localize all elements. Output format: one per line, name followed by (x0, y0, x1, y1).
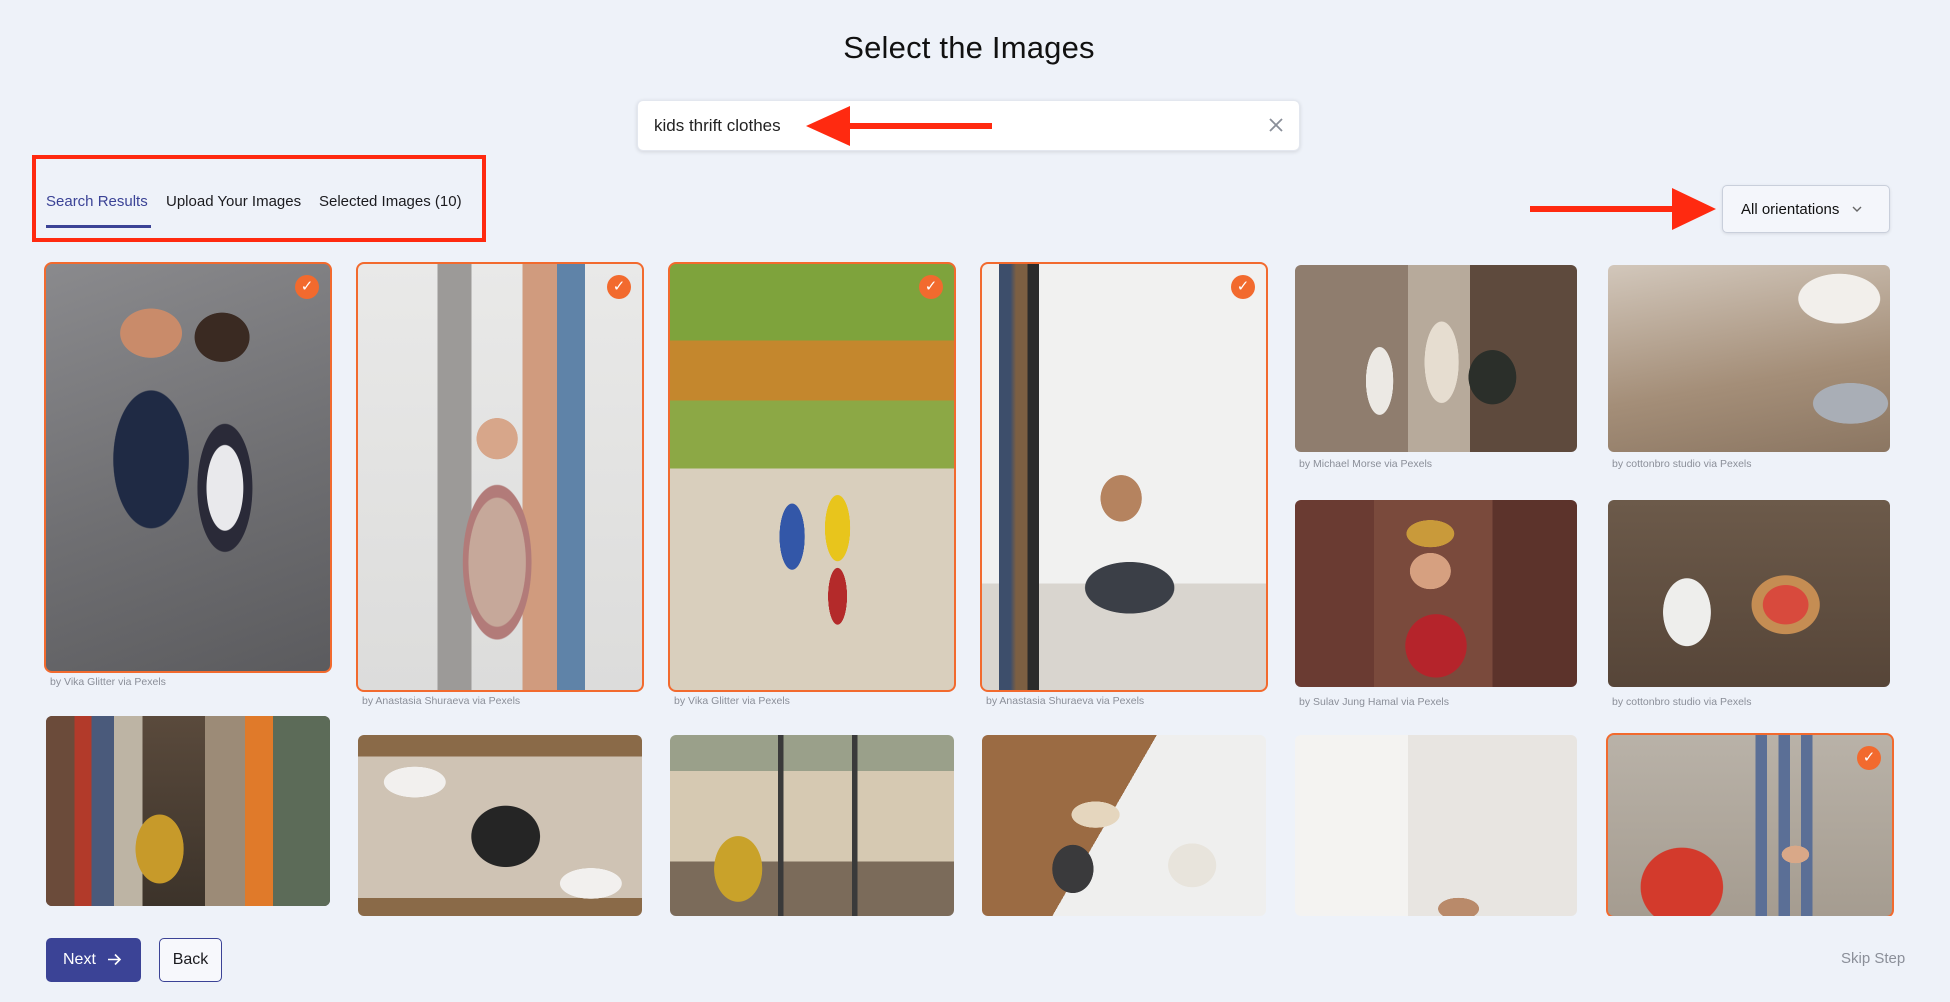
back-button[interactable]: Back (159, 938, 222, 982)
image-card[interactable] (1295, 265, 1577, 452)
image-card[interactable] (1608, 265, 1890, 452)
selected-check-icon: ✓ (295, 275, 319, 299)
next-button[interactable]: Next (46, 938, 141, 982)
image-credit: by Anastasia Shuraeva via Pexels (986, 695, 1145, 707)
image-thrift-shop-interior (670, 735, 954, 916)
image-card[interactable]: ✓ (668, 262, 956, 692)
image-kids-packing-luggage (982, 735, 1266, 916)
selected-check-icon: ✓ (1231, 275, 1255, 299)
image-credit: by Anastasia Shuraeva via Pexels (362, 695, 521, 707)
chevron-down-icon (1852, 206, 1862, 212)
image-card[interactable] (982, 735, 1266, 916)
selected-check-icon: ✓ (919, 275, 943, 299)
image-credit: by Vika Glitter via Pexels (674, 695, 790, 707)
image-card[interactable] (46, 716, 330, 906)
image-girl-costume (1295, 500, 1577, 687)
image-grid: ✓ by Vika Glitter via Pexels ✓ by Anasta… (0, 262, 1950, 916)
page-title: Select the Images (843, 30, 1095, 65)
annotation-arrow-icon (1530, 188, 1716, 230)
image-suitcase-clothes (358, 735, 642, 916)
orientation-dropdown-label: All orientations (1741, 201, 1840, 218)
image-credit: by cottonbro studio via Pexels (1612, 696, 1752, 708)
selected-check-icon: ✓ (1857, 746, 1881, 770)
image-card[interactable] (1608, 500, 1890, 687)
image-card[interactable]: ✓ (44, 262, 332, 673)
image-toy-chest (1608, 500, 1890, 687)
close-icon[interactable] (1267, 116, 1285, 134)
search-box[interactable] (637, 100, 1300, 151)
image-coins-on-floor (1608, 265, 1890, 452)
image-thrift-storefront (1295, 265, 1577, 452)
image-credit: by cottonbro studio via Pexels (1612, 458, 1752, 470)
image-card[interactable]: ✓ (356, 262, 644, 692)
image-card[interactable]: ✓ (980, 262, 1268, 692)
orientation-dropdown[interactable]: All orientations (1722, 185, 1890, 233)
image-card[interactable] (1295, 735, 1577, 916)
image-credit: by Michael Morse via Pexels (1299, 458, 1433, 470)
selected-check-icon: ✓ (607, 275, 631, 299)
image-credit: by Vika Glitter via Pexels (50, 676, 166, 688)
skip-step-link[interactable]: Skip Step (1841, 950, 1905, 967)
image-girl-wardrobe (358, 264, 642, 690)
image-credit: by Sulav Jung Hamal via Pexels (1299, 696, 1449, 708)
image-kids-posing (46, 264, 330, 671)
tab-upload-your-images[interactable]: Upload Your Images (166, 188, 301, 228)
tab-search-results[interactable]: Search Results (46, 188, 151, 228)
image-woman-clothing-rack (46, 716, 330, 906)
image-bright-room (1295, 735, 1577, 916)
search-input[interactable] (654, 101, 1254, 150)
image-card[interactable] (670, 735, 954, 916)
image-boys-in-park (670, 264, 954, 690)
image-card[interactable]: ✓ (1606, 733, 1894, 916)
image-mom-kids-closet (982, 264, 1266, 690)
next-button-label: Next (63, 951, 96, 968)
image-card[interactable] (358, 735, 642, 916)
arrow-right-icon (108, 953, 122, 966)
image-card[interactable] (1295, 500, 1577, 687)
image-clothes-hangers (1608, 735, 1892, 916)
tab-selected-images[interactable]: Selected Images (10) (319, 188, 462, 228)
